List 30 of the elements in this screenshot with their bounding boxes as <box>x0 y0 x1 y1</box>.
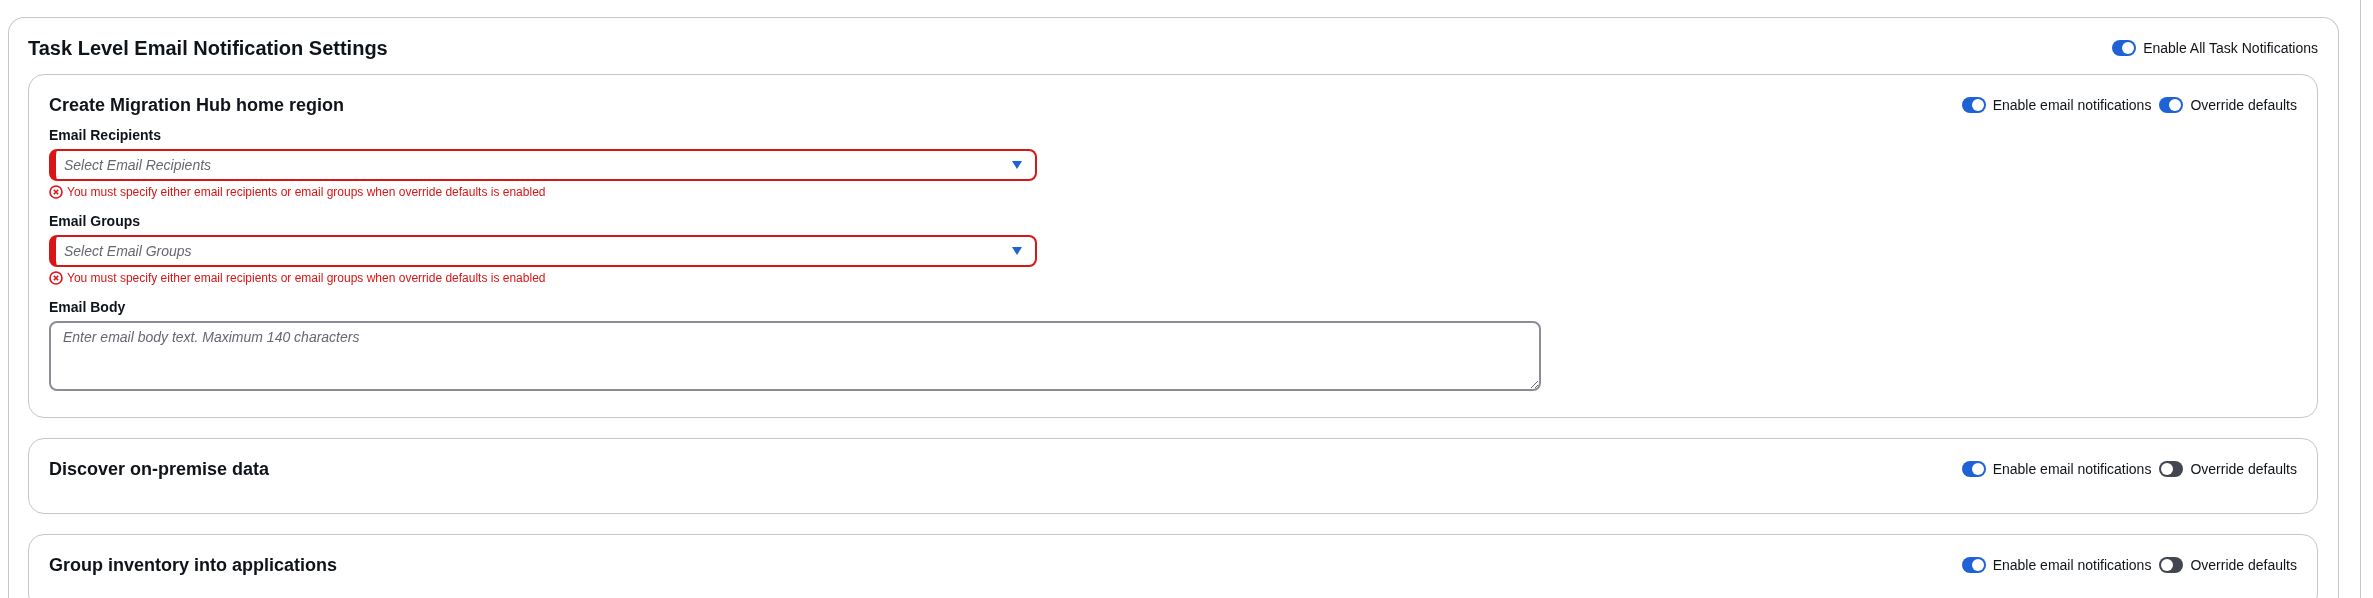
error-message: You must specify either email recipients or email groups when override defaults is enabled <box>67 271 546 285</box>
toggle-label: Enable email notifications <box>1992 557 2152 573</box>
task-title: Discover on-premise data <box>49 458 270 480</box>
toggle-switch[interactable] <box>2159 557 2184 573</box>
toggle-switch[interactable] <box>2112 40 2137 56</box>
toggle-label: Override defaults <box>2190 97 2297 113</box>
task-title: Create Migration Hub home region <box>49 94 345 116</box>
toggle-label: Enable All Task Notifications <box>2143 40 2318 56</box>
caret-icon <box>1011 246 1023 256</box>
caret-icon <box>1011 160 1023 170</box>
toggle-switch[interactable] <box>2159 97 2184 113</box>
toggle-switch[interactable] <box>1961 97 1986 113</box>
toggle-switch[interactable] <box>1961 461 1986 477</box>
text-area[interactable]: Enter email body text. Maximum 140 characters <box>49 321 1541 391</box>
error-icon <box>49 271 63 285</box>
toggle-switch[interactable] <box>2159 461 2184 477</box>
field-label: Email Groups <box>49 213 142 229</box>
select-field[interactable]: Select Email Recipients <box>49 149 1037 181</box>
section-title: Task Level Email Notification Settings <box>28 36 388 60</box>
field-label: Email Recipients <box>49 127 163 143</box>
toggle-label: Override defaults <box>2190 557 2297 573</box>
toggle-label: Enable email notifications <box>1992 461 2152 477</box>
error-message: You must specify either email recipients or email groups when override defaults is enabled <box>67 185 546 199</box>
toggle-label: Enable email notifications <box>1992 97 2152 113</box>
error-icon <box>49 185 63 199</box>
select-field[interactable]: Select Email Groups <box>49 235 1037 267</box>
toggle-switch[interactable] <box>1961 557 1986 573</box>
task-title: Group inventory into applications <box>49 554 338 576</box>
toggle-label: Override defaults <box>2190 461 2297 477</box>
field-label: Email Body <box>49 299 127 315</box>
